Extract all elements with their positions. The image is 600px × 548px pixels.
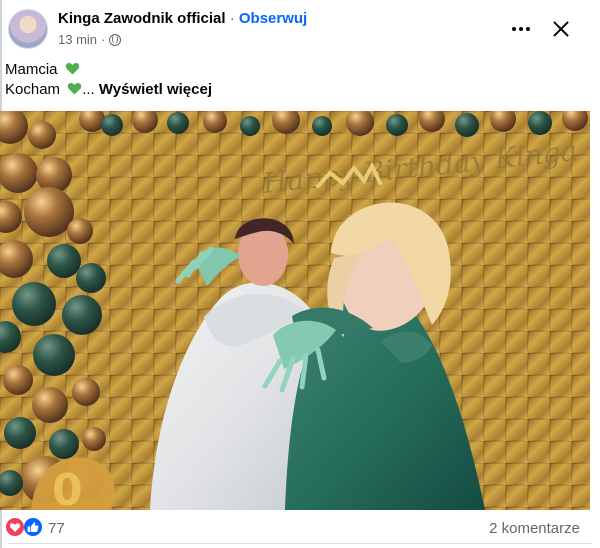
see-more-link[interactable]: Wyświetl więcej xyxy=(99,81,212,98)
post-header: Kinga Zawodnik official · Obserwuj 13 mi… xyxy=(8,9,594,53)
text-mamcia: Mamcia xyxy=(5,61,58,78)
green-heart-icon xyxy=(67,82,82,95)
love-reaction-icon xyxy=(6,518,24,536)
post-text: Mamcia Kocham ... Wyświetl więcej xyxy=(5,60,212,100)
separator-dot: · xyxy=(229,10,235,27)
post-meta: 13 min · xyxy=(58,32,122,47)
post-time[interactable]: 13 min xyxy=(58,32,97,47)
follow-button[interactable]: Obserwuj xyxy=(239,10,307,27)
author-avatar[interactable] xyxy=(8,9,48,49)
globe-icon xyxy=(109,33,122,46)
reaction-count[interactable]: 77 xyxy=(48,520,65,537)
text-kocham: Kocham xyxy=(5,81,61,98)
like-reaction-icon xyxy=(24,518,42,536)
ellipsis: ... xyxy=(82,81,95,98)
post-text-line-1: Mamcia xyxy=(5,60,212,80)
meta-dot: · xyxy=(101,32,106,47)
comments-count-link[interactable]: 2 komentarze xyxy=(489,520,580,537)
post-photo[interactable]: 0 Happy Birthday Kinga xyxy=(0,111,590,510)
post-text-line-2: Kocham ... Wyświetl więcej xyxy=(5,80,212,100)
author-name[interactable]: Kinga Zawodnik official xyxy=(58,10,226,27)
green-heart-icon xyxy=(65,62,79,75)
close-icon[interactable] xyxy=(546,14,576,44)
author-line: Kinga Zawodnik official · Obserwuj xyxy=(58,10,307,27)
reaction-icons[interactable] xyxy=(6,517,44,537)
more-options-icon[interactable] xyxy=(506,14,536,44)
party-photo-illustration: 0 Happy Birthday Kinga xyxy=(0,111,590,510)
engagement-bar: 77 2 komentarze xyxy=(6,516,586,538)
bottom-divider xyxy=(8,543,592,544)
